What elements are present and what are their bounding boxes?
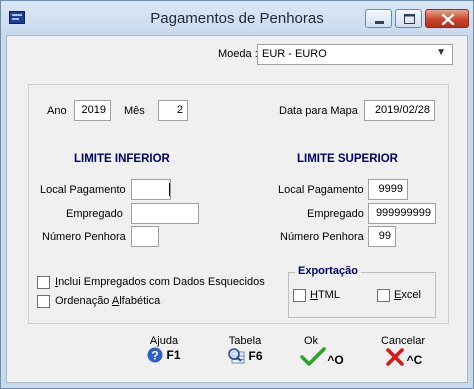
sup-numero-penhora-label: Número Penhora [280,231,364,243]
tabela-shortcut: F6 [248,349,263,363]
minimize-button[interactable] [365,9,392,28]
mes-input[interactable]: 2 [158,100,188,121]
sup-local-pagamento-label: Local Pagamento [278,184,364,196]
inf-numero-penhora-input[interactable] [131,226,159,247]
sup-empregado-label: Empregado [307,208,364,220]
exportacao-title: Exportação [295,265,361,277]
ajuda-label: Ajuda [149,335,179,347]
dialog-body: Moeda : EUR - EURO ▼ Ano 2019 Mês 2 Data… [6,35,468,383]
inf-local-pagamento-label: Local Pagamento [40,184,126,196]
text-cursor [169,183,170,196]
ano-label: Ano [47,105,67,117]
limite-inferior-header: LIMITE INFERIOR [74,153,170,165]
ok-button[interactable]: Ok ^O [298,335,346,367]
inf-empregado-label: Empregado [66,208,123,220]
cancelar-label: Cancelar [380,335,426,347]
chevron-down-icon: ▼ [436,47,446,58]
data-mapa-input[interactable]: 2019/02/28 [364,100,435,121]
checkmark-icon [300,347,327,366]
inf-local-pagamento-input[interactable] [131,179,171,200]
close-icon [441,13,455,26]
title-bar[interactable]: Pagamentos de Penhoras [1,1,473,35]
magnifier-table-icon [228,348,245,364]
ok-label: Ok [304,335,319,347]
minimize-icon [375,21,384,24]
moeda-value: EUR - EURO [262,48,327,60]
sup-local-pagamento-input[interactable]: 9999 [368,179,408,200]
maximize-button[interactable] [395,9,422,28]
excel-checkbox[interactable] [377,289,390,302]
moeda-label: Moeda : [218,48,258,60]
incluir-esquecidos-checkbox[interactable] [37,276,50,289]
tabela-button[interactable]: Tabela F6 [222,335,268,365]
cancelar-button[interactable]: Cancelar ^C [376,335,430,367]
ordenacao-alfabetica-checkbox[interactable] [37,295,50,308]
excel-label[interactable]: Excel [394,289,421,301]
mes-label: Mês [124,105,145,117]
ano-input[interactable]: 2019 [74,100,111,121]
moeda-select[interactable]: EUR - EURO ▼ [257,44,453,65]
sup-numero-penhora-input[interactable]: 99 [368,226,396,247]
ajuda-shortcut: F1 [166,348,181,362]
limite-superior-header: LIMITE SUPERIOR [297,153,398,165]
ordenacao-alfabetica-label[interactable]: Ordenação Alfabética [55,295,160,307]
cancelar-shortcut: ^C [406,353,423,367]
cancel-x-icon [385,348,404,366]
close-button[interactable] [425,9,469,28]
svg-text:?: ? [152,349,159,363]
maximize-icon [404,14,415,24]
html-checkbox[interactable] [293,289,306,302]
sup-empregado-input[interactable]: 999999999 [368,203,436,224]
tabela-label: Tabela [228,335,262,347]
ok-shortcut: ^O [327,353,344,367]
html-label[interactable]: HTML [310,289,340,301]
inf-empregado-input[interactable] [131,203,199,224]
dialog-window: Pagamentos de Penhoras Moeda : EUR - EUR… [0,0,474,389]
help-icon: ? [147,347,163,363]
data-mapa-label: Data para Mapa [279,105,358,117]
ajuda-button[interactable]: Ajuda ? F1 [141,335,187,363]
incluir-esquecidos-label[interactable]: Inclui Empregados com Dados Esquecidos [55,276,265,288]
inf-numero-penhora-label: Número Penhora [42,231,126,243]
